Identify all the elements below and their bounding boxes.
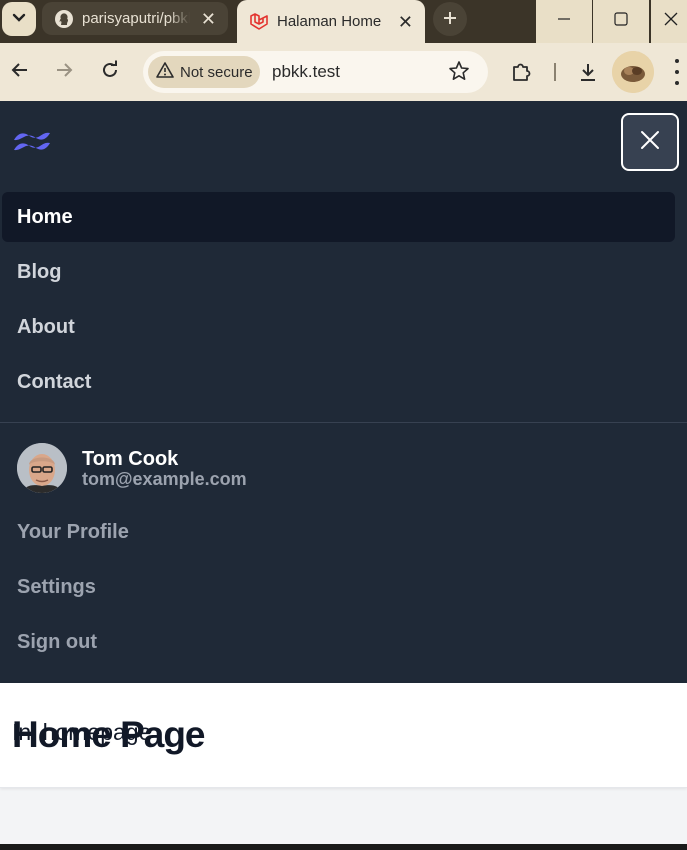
extensions-icon[interactable] [507,58,535,86]
your-profile-link[interactable]: Your Profile [17,521,129,544]
close-icon[interactable]: ✕ [398,13,413,31]
close-icon [639,129,661,156]
page-content-text: Ini homepage [12,719,152,745]
toolbar-divider [554,63,556,81]
window-close-button[interactable] [650,0,687,43]
security-chip[interactable]: Not secure [148,56,260,88]
warning-icon [156,62,174,82]
browser-tab-strip: parisyaputri/pbkk ✕ Halaman Home ✕ [0,0,687,43]
mobile-nav-menu: Home Blog About Contact Tom Cook tom@exa… [0,101,687,683]
minimize-icon [557,12,571,31]
tab-title: parisyaputri/pbkk [82,10,190,27]
tab-title: Halaman Home [277,13,382,30]
settings-link[interactable]: Settings [17,576,96,599]
close-icon [663,11,679,32]
back-button[interactable] [5,57,35,87]
browser-toolbar: Not secure pbkk.test [0,43,687,101]
arrow-right-icon [54,60,74,85]
close-icon[interactable]: ✕ [201,10,216,28]
tab-github[interactable]: parisyaputri/pbkk ✕ [42,2,228,35]
new-tab-button[interactable] [433,2,467,36]
sign-out-link[interactable]: Sign out [17,631,97,654]
nav-link-home[interactable]: Home [2,192,675,242]
tailwind-logo-icon[interactable] [12,129,52,155]
minimize-button[interactable] [536,0,592,43]
more-menu-icon[interactable] [670,59,684,85]
nav-link-about[interactable]: About [2,302,675,352]
nav-link-blog[interactable]: Blog [2,247,675,297]
close-menu-button[interactable] [621,113,679,171]
arrow-left-icon [10,60,30,85]
nav-divider [0,422,687,423]
url-text[interactable]: pbkk.test [272,62,340,82]
security-label: Not secure [180,63,253,81]
user-name: Tom Cook [82,448,179,470]
forward-button[interactable] [49,57,79,87]
tab-search-button[interactable] [2,2,36,36]
download-icon[interactable] [574,58,602,86]
nav-link-contact[interactable]: Contact [2,357,675,407]
taskbar-edge [0,844,687,850]
maximize-button[interactable] [593,0,649,43]
address-bar[interactable]: Not secure pbkk.test [143,51,488,93]
reload-icon [100,60,120,85]
avatar [17,443,67,493]
plus-icon [442,5,458,33]
user-email: tom@example.com [82,469,247,489]
laravel-icon [249,12,269,32]
browser-profile-avatar[interactable] [612,51,654,93]
maximize-icon [614,12,628,31]
bookmark-star-icon[interactable] [448,60,472,84]
reload-button[interactable] [95,57,125,87]
chevron-down-icon [12,10,26,28]
github-icon [54,9,74,29]
tab-halaman-home[interactable]: Halaman Home ✕ [237,0,425,43]
